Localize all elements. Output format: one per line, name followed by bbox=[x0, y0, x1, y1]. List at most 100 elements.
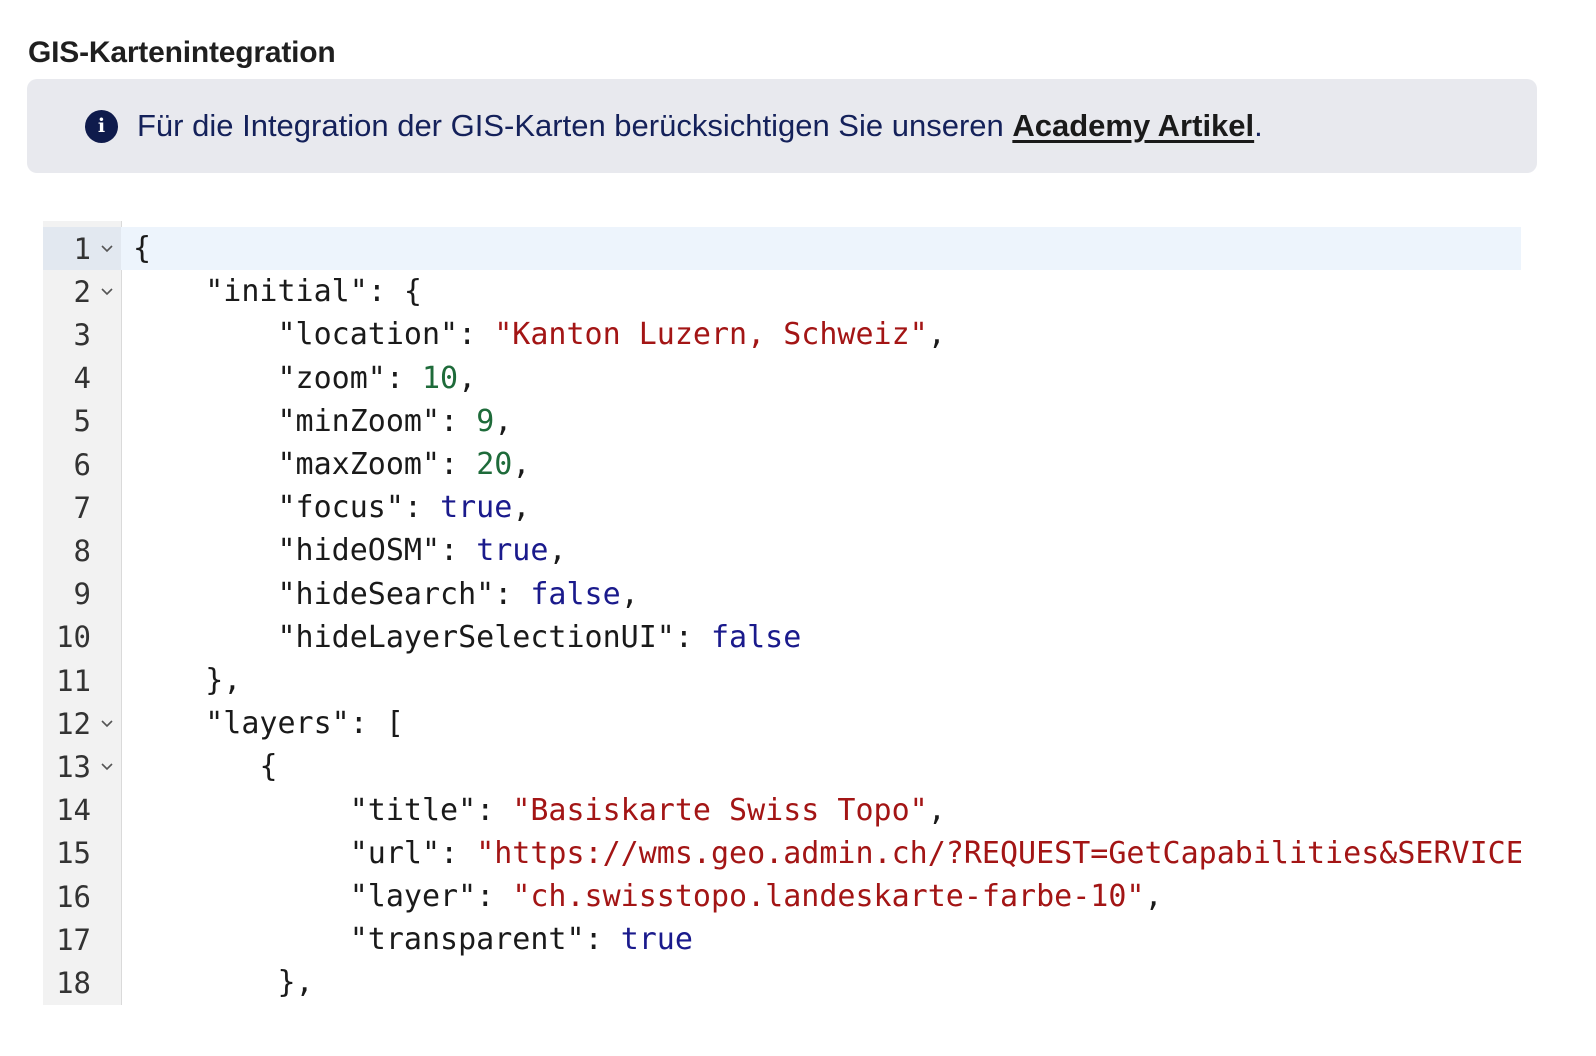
line-number: 13 bbox=[56, 749, 91, 784]
code-line[interactable]: 14 "title": "Basiskarte Swiss Topo", bbox=[43, 789, 1521, 832]
code-token-pun: , bbox=[512, 447, 531, 482]
code-line[interactable]: 17 "transparent": true bbox=[43, 918, 1521, 961]
line-number-cell: 5 bbox=[43, 400, 121, 443]
code-token-num: 20 bbox=[476, 447, 513, 482]
code-token-pun: : bbox=[476, 879, 513, 914]
code-line[interactable]: 12 "layers": [ bbox=[43, 702, 1521, 745]
code-token-pun: : bbox=[403, 490, 441, 526]
line-number-cell: 6 bbox=[43, 443, 121, 486]
section-title: GIS-Kartenintegration bbox=[28, 36, 336, 69]
code-text: "hideOSM": true, bbox=[121, 533, 567, 568]
line-number: 5 bbox=[73, 404, 91, 439]
code-token-pun: { bbox=[259, 749, 278, 785]
code-text: "transparent": true bbox=[121, 922, 693, 957]
code-text: "minZoom": 9, bbox=[121, 403, 513, 439]
code-token-pun: : { bbox=[367, 274, 422, 310]
code-token-pun: : bbox=[494, 576, 531, 612]
code-token-pun: , bbox=[458, 360, 477, 396]
line-number-cell: 18 bbox=[43, 961, 121, 1004]
line-number: 11 bbox=[56, 663, 91, 698]
line-number: 14 bbox=[56, 793, 91, 828]
code-token-pun: , bbox=[927, 317, 946, 353]
code-line[interactable]: 18 }, bbox=[43, 961, 1521, 1004]
code-token-pun: : bbox=[440, 835, 477, 871]
code-token-key: "maxZoom" bbox=[277, 447, 441, 482]
code-line[interactable]: 1{ bbox=[43, 227, 1521, 270]
code-token-pun: }, bbox=[277, 965, 314, 1001]
code-text: "url": "https://wms.geo.admin.ch/?REQUES… bbox=[121, 836, 1521, 871]
fold-chevron-icon[interactable] bbox=[99, 757, 115, 777]
code-token-str: "Kanton Luzern, Schweiz" bbox=[494, 317, 928, 353]
code-token-bool: true bbox=[440, 490, 513, 526]
code-editor[interactable]: 1{2 "initial": {3 "location": "Kanton Lu… bbox=[43, 221, 1521, 1005]
line-number-cell: 12 bbox=[43, 702, 121, 745]
code-token-key: "zoom" bbox=[277, 360, 386, 396]
code-token-key: "transparent" bbox=[349, 922, 585, 958]
fold-chevron-icon[interactable] bbox=[99, 282, 115, 302]
code-token-bool: false bbox=[710, 619, 802, 655]
line-number: 7 bbox=[73, 490, 91, 525]
line-number: 9 bbox=[73, 577, 91, 612]
code-token-pun: , bbox=[548, 533, 567, 569]
code-line[interactable]: 7 "focus": true, bbox=[43, 486, 1521, 529]
code-token-key: "initial" bbox=[205, 274, 368, 310]
info-icon: i bbox=[85, 109, 118, 143]
code-token-key: "layer" bbox=[349, 879, 477, 914]
fold-chevron-icon[interactable] bbox=[99, 239, 115, 259]
code-line[interactable]: 4 "zoom": 10, bbox=[43, 357, 1521, 400]
line-number-cell: 17 bbox=[43, 918, 121, 961]
line-number-cell: 15 bbox=[43, 832, 121, 875]
info-banner: i Für die Integration der GIS-Karten ber… bbox=[27, 79, 1537, 173]
code-text: "title": "Basiskarte Swiss Topo", bbox=[121, 793, 946, 828]
code-text: "layers": [ bbox=[121, 706, 404, 741]
code-token-pun: : bbox=[674, 619, 711, 655]
code-token-key: "layers" bbox=[205, 706, 350, 742]
line-number-cell: 9 bbox=[43, 573, 121, 616]
code-token-pun: , bbox=[1144, 879, 1163, 914]
code-token-num: 9 bbox=[476, 403, 495, 439]
line-number: 17 bbox=[56, 922, 91, 957]
code-token-key: "url" bbox=[349, 835, 441, 871]
line-number-cell: 3 bbox=[43, 313, 121, 356]
code-line[interactable]: 13 { bbox=[43, 745, 1521, 788]
academy-article-link[interactable]: Academy Artikel bbox=[1012, 108, 1254, 143]
line-number: 12 bbox=[56, 706, 91, 741]
code-token-key: "hideOSM" bbox=[277, 533, 441, 569]
fold-chevron-icon[interactable] bbox=[99, 714, 115, 734]
code-token-pun: : [ bbox=[349, 706, 404, 742]
code-token-pun: : bbox=[440, 403, 477, 439]
code-line[interactable]: 9 "hideSearch": false, bbox=[43, 573, 1521, 616]
code-text: "initial": { bbox=[121, 274, 422, 309]
code-text: "hideLayerSelectionUI": false bbox=[121, 619, 802, 655]
line-number-cell: 11 bbox=[43, 659, 121, 702]
code-line[interactable]: 10 "hideLayerSelectionUI": false bbox=[43, 616, 1521, 659]
code-token-pun: }, bbox=[205, 663, 242, 698]
line-number-cell: 16 bbox=[43, 875, 121, 918]
code-token-pun: : bbox=[584, 922, 621, 958]
code-line[interactable]: 15 "url": "https://wms.geo.admin.ch/?REQ… bbox=[43, 832, 1521, 875]
code-line[interactable]: 2 "initial": { bbox=[43, 270, 1521, 313]
code-line[interactable]: 16 "layer": "ch.swisstopo.landeskarte-fa… bbox=[43, 875, 1521, 918]
code-token-key: "hideSearch" bbox=[277, 576, 495, 612]
code-line[interactable]: 11 }, bbox=[43, 659, 1521, 702]
code-token-str: "ch.swisstopo.landeskarte-farbe-10" bbox=[512, 879, 1145, 914]
code-token-pun: : bbox=[458, 317, 495, 353]
line-number: 15 bbox=[56, 836, 91, 871]
code-text: { bbox=[121, 231, 151, 266]
code-line[interactable]: 6 "maxZoom": 20, bbox=[43, 443, 1521, 486]
code-token-key: "location" bbox=[277, 317, 459, 353]
code-line[interactable]: 5 "minZoom": 9, bbox=[43, 400, 1521, 443]
line-number: 4 bbox=[73, 361, 91, 396]
code-line[interactable]: 3 "location": "Kanton Luzern, Schweiz", bbox=[43, 313, 1521, 356]
code-token-pun: : bbox=[476, 792, 513, 828]
code-text: "maxZoom": 20, bbox=[121, 447, 531, 482]
code-line[interactable]: 8 "hideOSM": true, bbox=[43, 529, 1521, 572]
code-token-key: "minZoom" bbox=[277, 403, 441, 439]
line-number-cell: 14 bbox=[43, 789, 121, 832]
code-token-pun: { bbox=[133, 231, 152, 266]
code-text: "focus": true, bbox=[121, 490, 531, 526]
code-token-bool: true bbox=[476, 533, 549, 569]
line-number: 10 bbox=[56, 620, 91, 655]
code-token-pun: , bbox=[927, 792, 946, 828]
info-suffix: . bbox=[1254, 108, 1263, 143]
